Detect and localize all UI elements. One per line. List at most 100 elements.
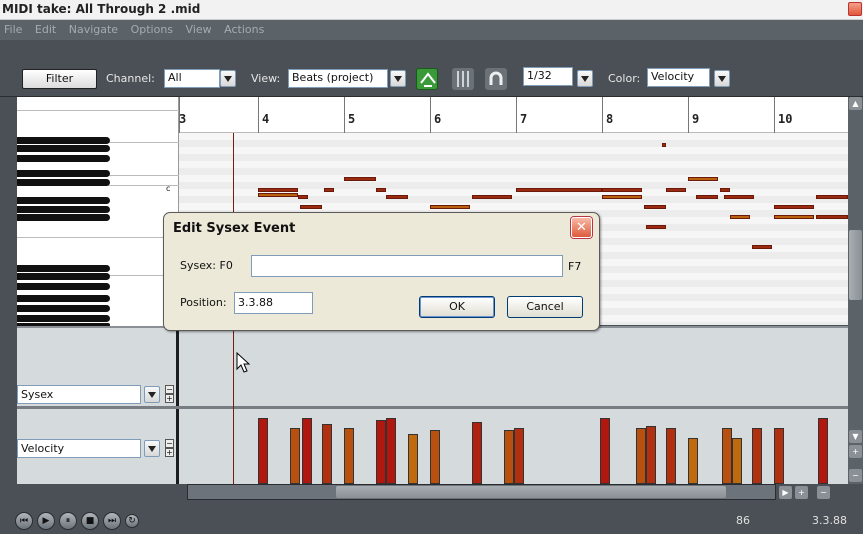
timeline-ruler[interactable]: 3 4 5 6 7 8 9 10 xyxy=(179,97,848,133)
midi-note[interactable] xyxy=(602,195,642,199)
midi-note[interactable] xyxy=(774,205,814,209)
midi-note[interactable] xyxy=(646,225,666,229)
midi-note[interactable] xyxy=(602,188,642,192)
velocity-bar[interactable] xyxy=(752,428,762,484)
filter-button[interactable]: Filter xyxy=(22,69,97,89)
menu-navigate[interactable]: Navigate xyxy=(65,20,123,36)
midi-note[interactable] xyxy=(730,215,750,219)
lane-add-icon[interactable]: + xyxy=(165,394,174,403)
black-key[interactable] xyxy=(17,295,110,302)
midi-note[interactable] xyxy=(298,195,308,199)
menu-options[interactable]: Options xyxy=(127,20,178,36)
black-key[interactable] xyxy=(17,315,110,322)
velocity-bar[interactable] xyxy=(258,418,268,484)
lane-remove-icon[interactable]: − xyxy=(165,439,174,448)
black-key[interactable] xyxy=(17,206,110,213)
velocity-bar[interactable] xyxy=(430,430,440,484)
channel-select[interactable]: All xyxy=(164,69,220,88)
midi-note[interactable] xyxy=(774,215,814,219)
sysex-lane[interactable]: Sysex − + xyxy=(17,326,848,406)
piano-keyboard[interactable] xyxy=(17,97,179,327)
velocity-bar[interactable] xyxy=(386,418,396,484)
ok-button[interactable]: OK xyxy=(419,296,495,318)
velocity-bar[interactable] xyxy=(774,428,784,484)
black-key[interactable] xyxy=(17,145,110,152)
grid-dropdown-icon[interactable] xyxy=(577,70,593,87)
velocity-bar[interactable] xyxy=(818,418,828,484)
lane-remove-icon[interactable]: − xyxy=(165,385,174,394)
velocity-bar[interactable] xyxy=(636,428,646,484)
midi-note[interactable] xyxy=(258,188,298,192)
play-icon[interactable]: ▶ xyxy=(37,512,55,530)
go-to-start-icon[interactable]: ⏮ xyxy=(15,512,33,530)
snap-toggle-icon[interactable] xyxy=(416,68,438,90)
vertical-scroll-thumb[interactable] xyxy=(849,230,862,300)
black-key[interactable] xyxy=(17,197,110,204)
black-key[interactable] xyxy=(17,265,110,272)
black-key[interactable] xyxy=(17,137,110,144)
zoom-out-vertical-icon[interactable]: − xyxy=(849,469,862,482)
zoom-in-vertical-icon[interactable]: + xyxy=(849,445,862,458)
black-key[interactable] xyxy=(17,273,110,280)
scroll-right-icon[interactable]: ▶ xyxy=(779,486,792,499)
color-dropdown-icon[interactable] xyxy=(714,70,730,87)
velocity-bar[interactable] xyxy=(722,428,732,484)
lane-select-velocity[interactable]: Velocity xyxy=(17,439,141,458)
velocity-bar[interactable] xyxy=(408,434,418,484)
velocity-bar[interactable] xyxy=(472,422,482,484)
midi-note[interactable] xyxy=(816,215,848,219)
midi-note[interactable] xyxy=(516,188,602,192)
cancel-button[interactable]: Cancel xyxy=(507,296,583,318)
velocity-bar[interactable] xyxy=(666,428,676,484)
velocity-bar[interactable] xyxy=(646,426,656,484)
midi-note[interactable] xyxy=(258,193,298,197)
midi-note[interactable] xyxy=(376,188,386,192)
velocity-bar[interactable] xyxy=(732,438,742,484)
velocity-bar[interactable] xyxy=(376,420,386,484)
menu-file[interactable]: File xyxy=(0,20,27,36)
midi-note[interactable] xyxy=(688,177,718,181)
sysex-input[interactable] xyxy=(251,255,563,277)
black-key[interactable] xyxy=(17,155,110,162)
velocity-bar[interactable] xyxy=(504,430,514,484)
grid-lines-icon[interactable] xyxy=(452,68,474,90)
midi-note[interactable] xyxy=(662,143,666,147)
position-input[interactable]: 3.3.88 xyxy=(234,292,313,314)
stop-icon[interactable]: ■ xyxy=(81,512,99,530)
velocity-bar[interactable] xyxy=(290,428,300,484)
black-key[interactable] xyxy=(17,170,110,177)
velocity-bar[interactable] xyxy=(514,428,524,484)
lane-select-sysex[interactable]: Sysex xyxy=(17,385,141,404)
vertical-scrollbar[interactable]: ▲ ▼ + − xyxy=(848,97,863,484)
window-close-icon[interactable] xyxy=(848,2,862,16)
zoom-in-horizontal-icon[interactable]: + xyxy=(795,486,808,499)
midi-note[interactable] xyxy=(666,188,686,192)
velocity-lane[interactable]: Velocity − + xyxy=(17,406,848,484)
menu-view[interactable]: View xyxy=(182,20,217,36)
midi-note[interactable] xyxy=(386,195,408,199)
scroll-down-icon[interactable]: ▼ xyxy=(849,430,862,443)
lane-dropdown-icon[interactable] xyxy=(144,386,160,403)
midi-note[interactable] xyxy=(724,195,754,199)
midi-note[interactable] xyxy=(644,205,666,209)
black-key[interactable] xyxy=(17,283,110,290)
black-key[interactable] xyxy=(17,305,110,312)
midi-note[interactable] xyxy=(430,205,470,209)
menu-actions[interactable]: Actions xyxy=(220,20,269,36)
repeat-icon[interactable]: ↻ xyxy=(125,514,139,528)
lane-add-icon[interactable]: + xyxy=(165,448,174,457)
midi-note[interactable] xyxy=(752,245,772,249)
velocity-bar[interactable] xyxy=(688,438,698,484)
velocity-bar[interactable] xyxy=(322,424,332,484)
menu-edit[interactable]: Edit xyxy=(31,20,61,36)
scroll-up-icon[interactable]: ▲ xyxy=(849,97,862,110)
zoom-out-horizontal-icon[interactable]: − xyxy=(817,486,830,499)
grid-select[interactable]: 1/32 xyxy=(523,67,573,86)
dialog-close-icon[interactable]: ✕ xyxy=(571,217,592,238)
black-key[interactable] xyxy=(17,179,110,186)
midi-note[interactable] xyxy=(324,188,334,192)
midi-note[interactable] xyxy=(300,205,322,209)
velocity-bar[interactable] xyxy=(600,418,610,484)
velocity-bar[interactable] xyxy=(302,418,312,484)
lane-dropdown-icon[interactable] xyxy=(144,440,160,457)
